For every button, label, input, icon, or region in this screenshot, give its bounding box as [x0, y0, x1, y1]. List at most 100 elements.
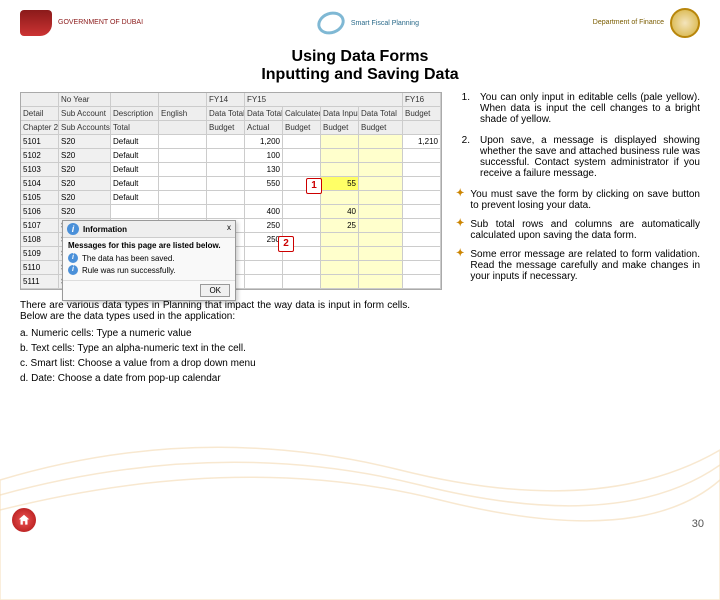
- cell: [403, 275, 441, 289]
- list-text-1: You can only input in editable cells (pa…: [480, 92, 700, 125]
- dialog-close-button[interactable]: x: [227, 223, 231, 235]
- header: GOVERNMENT OF DUBAI Smart Fiscal Plannin…: [0, 0, 720, 42]
- editable-cell[interactable]: [321, 163, 359, 177]
- cell: 400: [245, 205, 283, 219]
- cell: S20: [59, 177, 111, 191]
- callout-1: 1: [306, 178, 322, 194]
- cell: [403, 233, 441, 247]
- cell: 1,210: [403, 135, 441, 149]
- editable-cell[interactable]: [359, 219, 403, 233]
- cell: [283, 163, 321, 177]
- info-icon: i: [68, 265, 78, 275]
- page-number: 30: [692, 518, 704, 530]
- editable-cell[interactable]: 55: [321, 177, 359, 191]
- bullet-icon: ✦: [456, 189, 464, 211]
- logo-smart-fiscal: Smart Fiscal Planning: [317, 12, 419, 34]
- editable-cell[interactable]: [359, 275, 403, 289]
- cell: [283, 149, 321, 163]
- editable-cell[interactable]: [359, 191, 403, 205]
- bullet-3: Some error message are related to form v…: [470, 249, 700, 282]
- home-button[interactable]: [12, 508, 36, 532]
- editable-cell[interactable]: [321, 149, 359, 163]
- editable-cell[interactable]: [359, 261, 403, 275]
- list-text-2: Upon save, a message is displayed showin…: [480, 135, 700, 179]
- grid-header-cols2: Chapter 2 Sub Accounts Total Budget Actu…: [21, 121, 441, 135]
- cell: S20: [59, 205, 111, 219]
- editable-cell[interactable]: [321, 275, 359, 289]
- editable-cell[interactable]: 40: [321, 205, 359, 219]
- below-text-block: There are various data types in Planning…: [0, 290, 430, 384]
- cell: 250: [245, 219, 283, 233]
- cell: Default: [111, 149, 159, 163]
- page-title: Using Data Forms Inputting and Saving Da…: [0, 48, 720, 84]
- list-number-1: 1.: [456, 92, 470, 125]
- editable-cell[interactable]: [359, 163, 403, 177]
- cell: Default: [111, 135, 159, 149]
- cell: [403, 191, 441, 205]
- editable-cell[interactable]: [359, 177, 403, 191]
- fy16-label: FY16: [403, 93, 441, 107]
- cell: S20: [59, 191, 111, 205]
- logo-center-text: Smart Fiscal Planning: [351, 20, 419, 27]
- type-b: b. Text cells: Type an alpha-numeric tex…: [20, 343, 410, 354]
- dialog-subtitle: Messages for this page are listed below.: [68, 241, 230, 250]
- cell: [207, 163, 245, 177]
- logo-right-text: Department of Finance: [593, 19, 664, 27]
- cell: 5106: [21, 205, 59, 219]
- list-number-2: 2.: [456, 135, 470, 179]
- cell: Default: [111, 177, 159, 191]
- grid-row: 5104S20Default55055: [21, 177, 441, 191]
- cell: [283, 275, 321, 289]
- dialog-ok-button[interactable]: OK: [200, 284, 230, 297]
- fy14-label: FY14: [207, 93, 245, 107]
- cell: [403, 149, 441, 163]
- cell: S20: [59, 135, 111, 149]
- cell: [159, 149, 207, 163]
- editable-cell[interactable]: [359, 247, 403, 261]
- title-line2: Inputting and Saving Data: [0, 66, 720, 84]
- dialog-msg1: The data has been saved.: [82, 254, 175, 263]
- editable-cell[interactable]: [321, 135, 359, 149]
- intro-text: There are various data types in Planning…: [20, 300, 410, 322]
- bullet-2: Sub total rows and columns are automatic…: [470, 219, 700, 241]
- seal-icon: [670, 8, 700, 38]
- cell: [159, 191, 207, 205]
- cell: [245, 275, 283, 289]
- cell: [159, 177, 207, 191]
- editable-cell[interactable]: [321, 261, 359, 275]
- background-swoosh: [0, 400, 720, 600]
- logo-left-text: GOVERNMENT OF DUBAI: [58, 19, 143, 27]
- grid-header-cols: Detail Sub Account Description English D…: [21, 107, 441, 121]
- cell: [207, 177, 245, 191]
- cell: [159, 135, 207, 149]
- type-a: a. Numeric cells: Type a numeric value: [20, 328, 410, 339]
- cell: [283, 135, 321, 149]
- cell: [403, 261, 441, 275]
- editable-cell[interactable]: [359, 149, 403, 163]
- cell: [207, 205, 245, 219]
- grid-row: 5103S20Default130: [21, 163, 441, 177]
- dialog-title: Information: [83, 225, 127, 234]
- fy15-label: FY15: [245, 93, 403, 107]
- cell: 5101: [21, 135, 59, 149]
- type-d: d. Date: Choose a date from pop-up calen…: [20, 373, 410, 384]
- editable-cell[interactable]: 25: [321, 219, 359, 233]
- editable-cell[interactable]: [321, 233, 359, 247]
- editable-cell[interactable]: [321, 247, 359, 261]
- editable-cell[interactable]: [359, 233, 403, 247]
- cell: Default: [111, 191, 159, 205]
- cell: 100: [245, 149, 283, 163]
- cell: [159, 205, 207, 219]
- editable-cell[interactable]: [359, 205, 403, 219]
- bullet-1: You must save the form by clicking on sa…: [470, 189, 700, 211]
- info-dialog: i Information x Messages for this page ar…: [62, 220, 236, 301]
- editable-cell[interactable]: [359, 135, 403, 149]
- cell: [111, 205, 159, 219]
- editable-cell[interactable]: [321, 191, 359, 205]
- grid-header-years: No Year FY14 FY15 FY16: [21, 93, 441, 107]
- cell: 5109: [21, 247, 59, 261]
- logo-dept-finance: Department of Finance: [593, 8, 700, 38]
- cell: [283, 261, 321, 275]
- cell: [403, 247, 441, 261]
- cell: S20: [59, 149, 111, 163]
